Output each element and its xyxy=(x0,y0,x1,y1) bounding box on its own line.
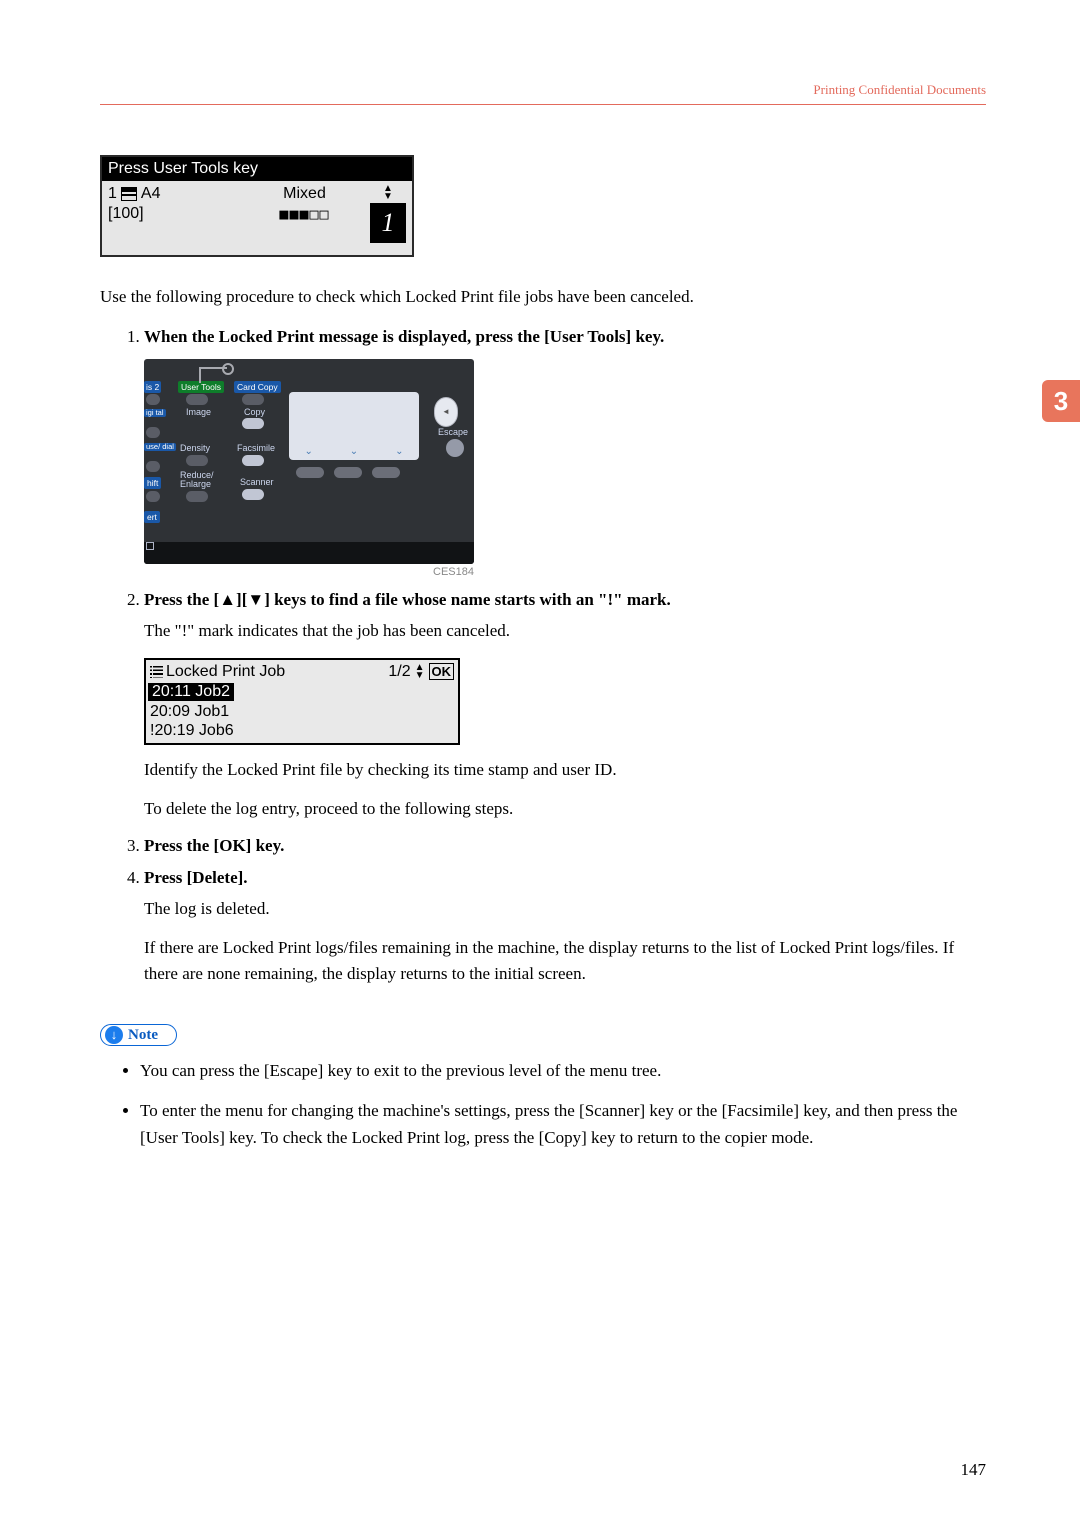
image-label: Image xyxy=(186,407,211,417)
ok-box-icon: OK xyxy=(429,663,455,680)
lcd2-row: !20:19 Job6 xyxy=(148,722,456,740)
step-1: When the Locked Print message is display… xyxy=(144,327,986,578)
panel-cut-label: igi tal xyxy=(144,409,166,417)
note-icon: ↓ xyxy=(105,1026,123,1044)
card-copy-label: Card Copy xyxy=(234,381,281,393)
chevron-down-icon: ⌄ xyxy=(395,446,403,457)
step2-heading: Press the [▲][▼] keys to find a file who… xyxy=(144,590,671,609)
chevron-down-icon: ⌄ xyxy=(304,446,312,457)
intro-paragraph: Use the following procedure to check whi… xyxy=(100,287,986,307)
step1-heading: When the Locked Print message is display… xyxy=(144,327,664,346)
lcd2-row: 20:09 Job1 xyxy=(148,703,456,721)
step2-p2: Identify the Locked Print file by checki… xyxy=(144,757,986,783)
control-panel-figure: is 2 igi tal use/ dial hift ert User Too… xyxy=(144,359,474,564)
figure-ref-code: CES184 xyxy=(144,566,474,578)
lcd-press-user-tools: Press User Tools key 1 A4 [100] Mixed ■■… xyxy=(100,155,414,257)
step-2: Press the [▲][▼] keys to find a file who… xyxy=(144,590,986,822)
step4-p1: The log is deleted. xyxy=(144,896,986,922)
note-item: You can press the [Escape] key to exit t… xyxy=(140,1058,986,1084)
soft-key xyxy=(372,467,400,478)
list-icon xyxy=(150,666,163,678)
updown-arrow-icon: ▲▼ xyxy=(415,664,425,680)
lcd2-page: 1/2 xyxy=(388,663,410,681)
note-badge: ↓ Note xyxy=(100,1024,177,1046)
tray-icon xyxy=(121,187,137,201)
panel-cut-label: ert xyxy=(144,511,160,523)
panel-cut-label: is 2 xyxy=(144,381,161,393)
escape-key xyxy=(446,439,464,457)
lcd1-paper-size: A4 xyxy=(141,185,161,203)
panel-lcd-screen: ⌄ ⌄ ⌄ xyxy=(289,392,419,460)
lcd1-tray-num: 1 xyxy=(108,185,117,203)
lcd2-row-selected: 20:11 Job2 xyxy=(148,683,234,701)
lcd-locked-print: Locked Print Job 1/2 ▲▼ OK 20:11 Job2 20… xyxy=(144,658,460,745)
running-header: Printing Confidential Documents xyxy=(100,82,986,105)
scroll-control xyxy=(434,397,458,427)
step2-p1: The "!" mark indicates that the job has … xyxy=(144,618,986,644)
copy-label: Copy xyxy=(244,407,265,417)
page-number: 147 xyxy=(961,1460,987,1480)
soft-key xyxy=(334,467,362,478)
step-3: Press the [OK] key. xyxy=(144,836,986,856)
lcd1-density-blocks: ■■■□□ xyxy=(239,205,370,223)
step2-p3: To delete the log entry, proceed to the … xyxy=(144,796,986,822)
lcd2-title: Locked Print Job xyxy=(166,663,285,681)
lcd1-title: Press User Tools key xyxy=(102,157,412,181)
note-label: Note xyxy=(128,1027,158,1044)
updown-arrow-icon: ▲▼ xyxy=(383,185,393,201)
scanner-label: Scanner xyxy=(240,477,274,487)
step-4: Press [Delete]. The log is deleted. If t… xyxy=(144,868,986,987)
reduce-enlarge-label: Reduce/ Enlarge xyxy=(180,471,214,489)
panel-cut-label: hift xyxy=(144,477,161,489)
step4-p2: If there are Locked Print logs/files rem… xyxy=(144,935,986,986)
density-label: Density xyxy=(180,443,210,453)
soft-key xyxy=(296,467,324,478)
lcd1-big-one: 1 xyxy=(370,203,406,243)
step3-heading: Press the [OK] key. xyxy=(144,836,284,855)
escape-label: Escape xyxy=(438,427,468,437)
lcd1-copies: [100] xyxy=(108,205,239,223)
lcd1-mixed-label: Mixed xyxy=(283,185,326,202)
chevron-down-icon: ⌄ xyxy=(350,446,358,457)
facsimile-label: Facsimile xyxy=(237,443,275,453)
note-item: To enter the menu for changing the machi… xyxy=(140,1098,986,1151)
panel-cut-label: use/ dial xyxy=(144,443,176,451)
step4-heading: Press [Delete]. xyxy=(144,868,248,887)
